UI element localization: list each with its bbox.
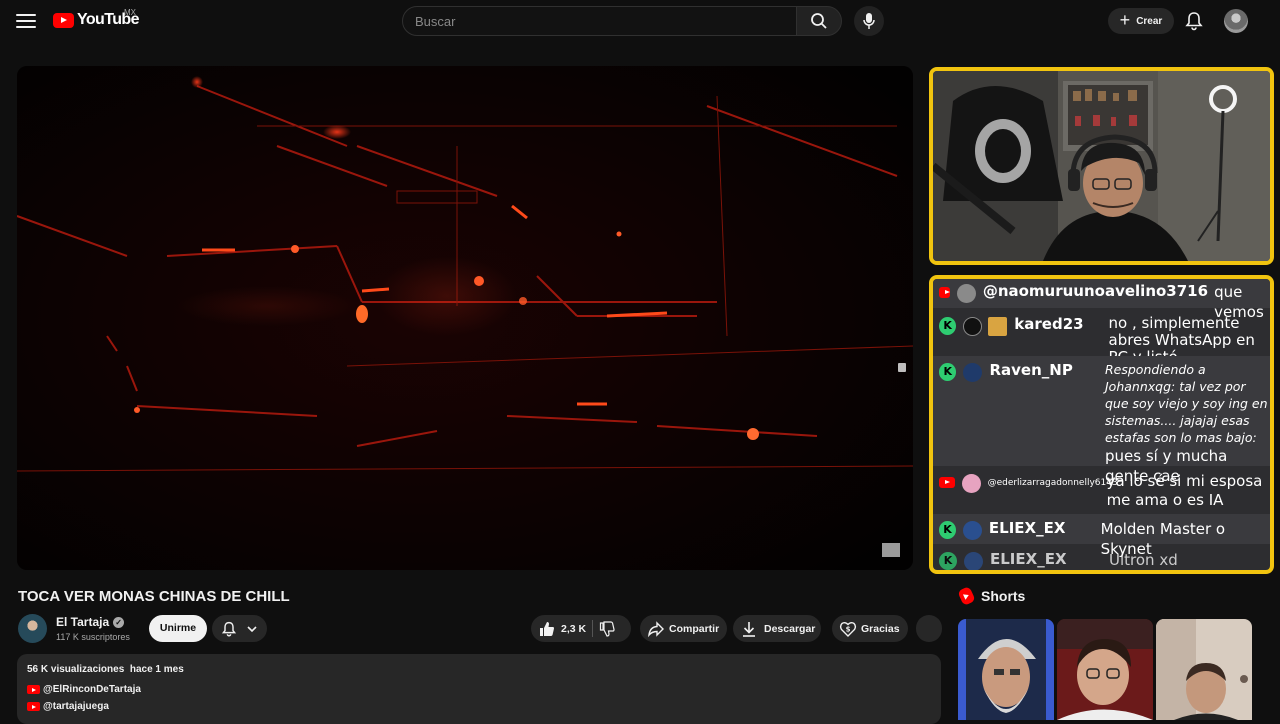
verified-check-icon: ✓ — [113, 616, 125, 628]
description-link[interactable]: @tartajajuega — [27, 701, 109, 712]
country-code: MX — [124, 8, 136, 17]
chat-message: @naomuruunoavelino3716 que vemos — [933, 279, 1270, 321]
thumbs-up-icon — [540, 621, 554, 636]
chat-username: kared23 — [1014, 315, 1084, 333]
short-thumbnail-image — [1057, 619, 1153, 720]
channel-link-text[interactable]: @tartajajuega — [43, 701, 109, 712]
youtube-badge-icon — [939, 287, 950, 298]
subscriber-count: 117 K suscriptores — [56, 632, 130, 642]
view-count: 56 K visualizaciones — [27, 664, 125, 675]
shorts-title: Shorts — [981, 588, 1026, 604]
webcam-image — [933, 71, 1270, 261]
youtube-channel-icon — [27, 702, 40, 711]
chat-message: K Raven_NP Respondiendo a Johannxqg: tal… — [933, 356, 1270, 485]
chat-username: ELIEX_EX — [988, 519, 1066, 537]
search-button[interactable] — [796, 6, 842, 36]
chat-message: @ederlizarragadonnelly6143 ya lo sé si m… — [933, 467, 1270, 513]
chat-avatar — [956, 284, 976, 303]
chat-username: @naomuruunoavelino3716 — [982, 282, 1209, 300]
video-title: TOCA VER MONAS CHINAS DE CHILL — [18, 588, 290, 605]
super-thanks-icon: $ — [839, 621, 857, 637]
short-thumbnail[interactable] — [1156, 619, 1252, 720]
chat-message: K kared23 no , simplemente abres WhatsAp… — [933, 309, 1270, 366]
thanks-button[interactable]: $ Gracias — [832, 615, 908, 642]
share-button[interactable]: Compartir — [640, 615, 727, 642]
chat-avatar — [962, 521, 982, 540]
kick-badge-icon: K — [939, 552, 957, 570]
voice-search-button[interactable] — [854, 6, 884, 36]
plus-icon: + — [1119, 10, 1131, 30]
like-dislike-group: 2,3 K — [531, 615, 631, 642]
like-button[interactable]: 2,3 K — [531, 621, 586, 637]
microphone-icon — [863, 13, 875, 29]
chat-text: ya lo sé si mi esposa me ama o es IA — [1106, 472, 1263, 509]
thumbs-down-icon[interactable] — [599, 620, 615, 637]
chat-avatar — [963, 363, 983, 382]
chat-reply-text: Respondiendo a Johannxqg: tal vez por qu… — [1104, 362, 1268, 445]
notifications-bell-icon[interactable] — [1184, 11, 1204, 31]
video-meta: 56 K visualizaciones hace 1 mes — [27, 664, 184, 675]
live-chat-overlay: @naomuruunoavelino3716 que vemos K kared… — [929, 275, 1274, 574]
subscription-bell-button[interactable] — [212, 615, 267, 642]
chat-avatar — [963, 317, 983, 336]
search-box — [402, 6, 797, 36]
join-button[interactable]: Unirme — [149, 615, 207, 642]
chat-avatar — [988, 317, 1008, 336]
youtube-play-icon — [53, 12, 74, 28]
kick-badge-icon: K — [939, 521, 956, 539]
share-label: Compartir — [669, 622, 720, 635]
svg-text:$: $ — [846, 625, 851, 633]
download-label: Descargar — [764, 622, 816, 635]
chat-message: K ELIEX_EX Ultron xd — [933, 545, 1270, 570]
youtube-badge-icon — [939, 477, 955, 488]
streamer-webcam — [929, 67, 1274, 265]
create-button[interactable]: + Crear — [1108, 8, 1174, 34]
youtube-channel-icon — [27, 685, 40, 694]
chat-text: Ultron xd — [1109, 551, 1178, 569]
channel-name-row[interactable]: El Tartaja ✓ — [56, 615, 125, 629]
chat-username: Raven_NP — [989, 361, 1073, 379]
search-input[interactable] — [415, 7, 796, 35]
chat-avatar — [961, 474, 981, 493]
video-frame-artwork — [17, 66, 913, 570]
channel-name[interactable]: El Tartaja — [56, 615, 109, 629]
kick-badge-icon: K — [939, 317, 957, 335]
search-icon — [811, 13, 827, 29]
short-thumbnail[interactable] — [958, 619, 1054, 720]
divider — [592, 620, 594, 637]
menu-icon[interactable] — [14, 10, 38, 32]
upload-time: hace 1 mes — [129, 664, 184, 675]
thanks-label: Gracias — [861, 622, 900, 635]
chat-message: K ELIEX_EX Molden Master o Skynet — [933, 514, 1270, 558]
more-actions-button[interactable] — [916, 615, 942, 642]
top-bar: YouTube MX + Crear — [0, 0, 1280, 42]
chevron-down-icon — [247, 625, 257, 632]
short-thumbnail[interactable] — [1057, 619, 1153, 720]
share-icon — [648, 620, 664, 637]
chat-username: ELIEX_EX — [990, 550, 1067, 568]
channel-link-text[interactable]: @ElRinconDeTartaja — [43, 684, 141, 695]
chat-username: @ederlizarragadonnelly6143 — [987, 478, 1118, 488]
bell-icon — [221, 621, 237, 636]
download-icon — [743, 621, 755, 637]
description-box[interactable]: 56 K visualizaciones hace 1 mes @ElRinco… — [17, 654, 941, 724]
chat-avatar — [964, 552, 983, 570]
account-avatar[interactable] — [1224, 9, 1248, 33]
like-count: 2,3 K — [561, 622, 587, 635]
description-link[interactable]: @ElRinconDeTartaja — [27, 684, 141, 695]
create-label: Crear — [1136, 15, 1163, 27]
youtube-logo[interactable]: YouTube MX — [53, 8, 139, 29]
download-button[interactable]: Descargar — [733, 615, 821, 642]
short-thumbnail-image — [958, 619, 1054, 720]
video-player[interactable] — [17, 66, 913, 570]
shorts-header: Shorts — [957, 586, 1026, 606]
shorts-icon — [957, 586, 976, 606]
short-thumbnail-image — [1156, 619, 1252, 720]
kick-badge-icon: K — [939, 363, 957, 381]
channel-avatar[interactable] — [18, 614, 47, 643]
